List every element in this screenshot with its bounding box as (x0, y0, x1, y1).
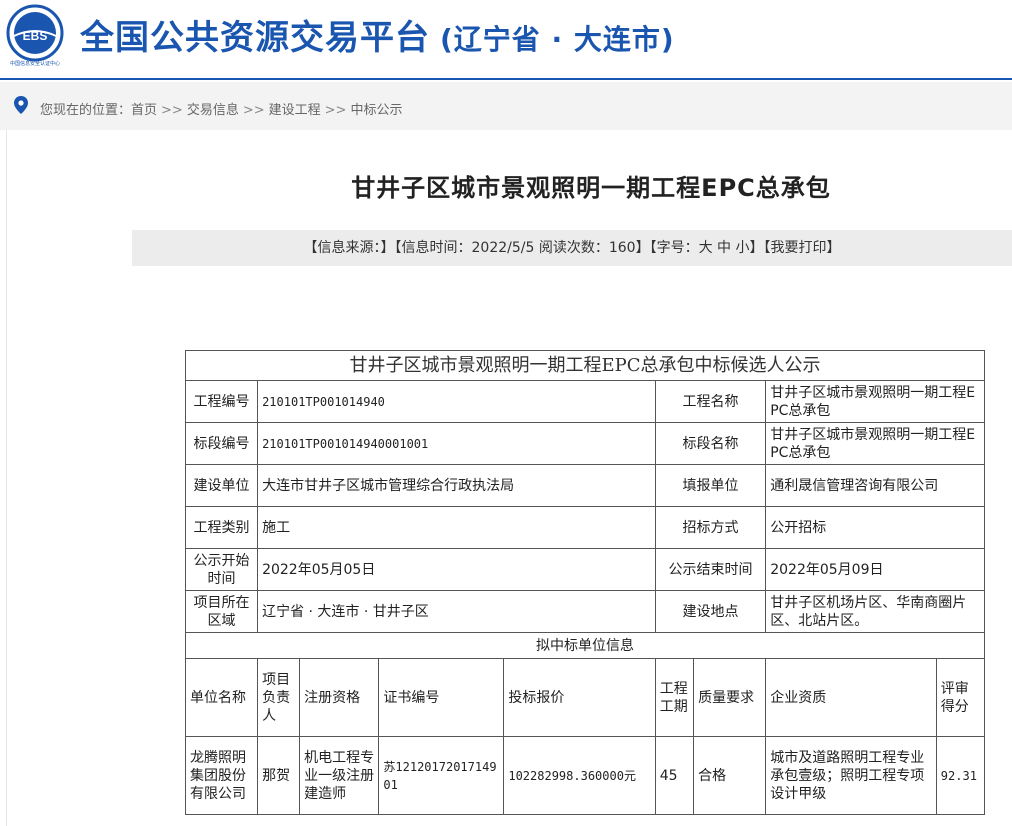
project-no-label: 工程编号 (184, 380, 259, 423)
project-name-label: 工程名称 (654, 380, 767, 423)
winner-name: 龙腾照明集团股份有限公司 (184, 736, 259, 815)
table-caption-row: 甘井子区城市景观照明一期工程EPC总承包中标候选人公示 (185, 350, 985, 381)
bidding-method-label: 招标方式 (654, 506, 767, 549)
bidding-method-value: 公开招标 (765, 506, 985, 549)
logo-text: EBS (23, 29, 48, 43)
column-header: 证书编号 (378, 658, 505, 737)
notice-start-value: 2022年05月05日 (257, 548, 656, 591)
award-notice-table: 甘井子区城市景观照明一期工程EPC总承包中标候选人公示 工程编号 210101T… (184, 350, 986, 815)
site-region: (辽宁省 · 大连市) (440, 23, 675, 56)
region-label: 项目所在区域 (184, 590, 259, 633)
reporter-value: 通利晟信管理咨询有限公司 (765, 464, 985, 507)
breadcrumb-separator: >> (161, 103, 183, 118)
site-location-value: 甘井子区机场片区、华南商圈片区、北站片区。 (765, 590, 985, 633)
breadcrumb-prefix: 您现在的位置： (40, 103, 132, 118)
owner-label: 建设单位 (184, 464, 259, 507)
table-row: 建设单位 大连市甘井子区城市管理综合行政执法局 填报单位 通利晟信管理咨询有限公… (184, 464, 985, 507)
winner-qualification: 机电工程专业一级注册建造师 (299, 736, 380, 815)
site-header: EBS 中国信息安全认证中心 全国公共资源交易平台 (辽宁省 · 大连市) (0, 0, 1012, 80)
breadcrumb-separator: >> (324, 103, 347, 118)
table-row: 标段编号 210101TP001014940001001 标段名称 甘井子区城市… (184, 422, 985, 465)
breadcrumb-home-link[interactable]: 首页 (131, 103, 157, 118)
breadcrumb-separator: >> (242, 103, 265, 118)
winner-enterprise-qualification: 城市及道路照明工程专业承包壹级；照明工程专项设计甲级 (765, 736, 937, 815)
winner-section-title: 拟中标单位信息 (185, 632, 985, 659)
column-header: 质量要求 (693, 658, 767, 737)
print-button[interactable]: 【我要打印】 (763, 240, 840, 256)
notice-start-label: 公示开始时间 (184, 548, 259, 591)
article-title: 甘井子区城市景观照明一期工程EPC总承包 (351, 174, 831, 202)
font-size-small-button[interactable]: 小】 (735, 240, 763, 256)
column-header: 注册资格 (299, 658, 380, 737)
section-no-value: 210101TP001014940001001 (257, 422, 656, 465)
column-header: 单位名称 (184, 658, 259, 737)
site-title-text: 全国公共资源交易平台 (80, 18, 430, 58)
winner-duration: 45 (654, 736, 695, 815)
section-title-row: 拟中标单位信息 (185, 632, 985, 659)
table-row: 项目所在区域 辽宁省 · 大连市 · 甘井子区 建设地点 甘井子区机场片区、华南… (184, 590, 985, 633)
winner-manager: 那贺 (257, 736, 301, 815)
info-source: 【信息来源：】 (303, 240, 395, 256)
section-no-label: 标段编号 (184, 422, 259, 465)
ebs-logo-icon[interactable]: EBS (6, 4, 64, 62)
project-type-value: 施工 (257, 506, 656, 549)
notice-end-value: 2022年05月09日 (765, 548, 985, 591)
winner-quality: 合格 (693, 736, 767, 815)
table-caption: 甘井子区城市景观照明一期工程EPC总承包中标候选人公示 (185, 350, 985, 381)
column-header: 工程工期 (654, 658, 695, 737)
section-name-label: 标段名称 (654, 422, 767, 465)
winner-cert-no: 苏1212017201714901 (378, 736, 505, 815)
project-no-value: 210101TP001014940 (257, 380, 656, 423)
project-name-value: 甘井子区城市景观照明一期工程EPC总承包 (765, 380, 985, 423)
table-row: 工程类别 施工 招标方式 公开招标 (184, 506, 985, 549)
article-info-bar: 【信息来源：】【信息时间：2022/5/5 阅读次数：160】【字号：大 中 小… (132, 230, 1012, 266)
notice-end-label: 公示结束时间 (654, 548, 767, 591)
info-views: 阅读次数：160】 (538, 240, 650, 256)
winner-score: 92.31 (935, 736, 986, 815)
reporter-label: 填报单位 (654, 464, 767, 507)
font-size-large-button[interactable]: 大 (699, 240, 713, 256)
breadcrumb: 您现在的位置：首页 >> 交易信息 >> 建设工程 >> 中标公示 (40, 99, 402, 118)
column-header: 评审得分 (935, 658, 986, 737)
project-type-label: 工程类别 (184, 506, 259, 549)
location-pin-icon (14, 96, 28, 114)
section-name-value: 甘井子区城市景观照明一期工程EPC总承包 (765, 422, 985, 465)
column-header: 企业资质 (765, 658, 937, 737)
breadcrumb-bar: 您现在的位置：首页 >> 交易信息 >> 建设工程 >> 中标公示 (0, 82, 1012, 130)
site-title[interactable]: 全国公共资源交易平台 (辽宁省 · 大连市) (80, 10, 675, 59)
column-header: 投标报价 (503, 658, 656, 737)
table-row: 公示开始时间 2022年05月05日 公示结束时间 2022年05月09日 (184, 548, 985, 591)
table-header-row: 单位名称 项目负责人 注册资格 证书编号 投标报价 工程工期 质量要求 企业资质… (184, 658, 986, 737)
breadcrumb-trade-info-link[interactable]: 交易信息 (187, 103, 239, 118)
font-size-medium-button[interactable]: 中 (717, 240, 731, 256)
table-row: 龙腾照明集团股份有限公司 那贺 机电工程专业一级注册建造师 苏121201720… (184, 736, 986, 815)
owner-value: 大连市甘井子区城市管理综合行政执法局 (257, 464, 656, 507)
breadcrumb-award-notice-link[interactable]: 中标公示 (350, 103, 402, 118)
logo-caption: 中国信息安全认证中心 (9, 61, 60, 67)
breadcrumb-construction-link[interactable]: 建设工程 (269, 103, 321, 118)
region-value: 辽宁省 · 大连市 · 甘井子区 (257, 590, 656, 633)
info-time: 【信息时间：2022/5/5 (394, 240, 535, 256)
table-row: 工程编号 210101TP001014940 工程名称 甘井子区城市景观照明一期… (184, 380, 985, 423)
site-location-label: 建设地点 (654, 590, 767, 633)
font-size-label: 【字号： (649, 240, 699, 256)
winner-bid: 102282998.360000元 (503, 736, 656, 815)
column-header: 项目负责人 (257, 658, 301, 737)
